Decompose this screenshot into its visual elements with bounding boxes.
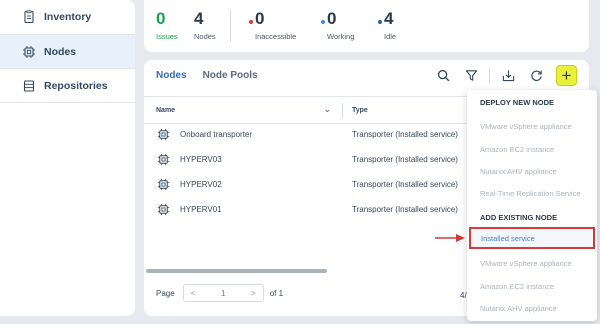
row-name[interactable]: HYPERV01 — [180, 205, 222, 214]
stat-working-label: Working — [327, 32, 355, 41]
stat-idle[interactable]: 4 Idle — [378, 9, 397, 41]
stat-issues-label: Issues — [156, 32, 178, 41]
stat-idle-label: Idle — [384, 32, 397, 41]
stat-working[interactable]: 0 Working — [321, 9, 355, 41]
menu-item-vmware-existing[interactable]: VMware vSphere appliance — [480, 259, 572, 268]
chevron-down-icon[interactable]: ⌄ — [324, 105, 331, 114]
sidebar-item-label: Repositories — [44, 79, 108, 92]
status-dot-navy — [378, 20, 382, 24]
stat-inaccessible[interactable]: 0 Inaccessible — [249, 9, 297, 41]
pagination: Page < 1 > of 1 — [156, 284, 283, 302]
menu-item-label: Installed service — [481, 234, 535, 243]
stat-idle-value: 4 — [384, 9, 394, 28]
stat-working-value: 0 — [327, 9, 337, 28]
page-count: of 1 — [269, 288, 284, 298]
stat-inaccessible-label: Inaccessible — [255, 32, 297, 41]
sidebar-item-inventory[interactable]: Inventory — [0, 0, 135, 35]
sidebar-item-nodes[interactable]: Nodes — [0, 35, 135, 69]
menu-item-amazon-ec2[interactable]: Amazon EC2 instance — [480, 145, 554, 154]
page-label: Page — [156, 288, 175, 298]
chip-icon — [157, 178, 170, 191]
row-name[interactable]: HYPERV02 — [180, 180, 222, 189]
menu-item-amazon-existing[interactable]: Amazon EC2 instance — [480, 282, 554, 291]
annotation-arrow-icon — [435, 234, 465, 242]
row-type: Transporter (Installed service) — [352, 205, 458, 214]
tab-nodes[interactable]: Nodes — [156, 70, 187, 86]
row-name[interactable]: Onboard transporter — [180, 130, 252, 139]
menu-item-nutanix-appliance[interactable]: Nutanix AHV appliance — [480, 167, 557, 176]
menu-item-installed-service[interactable]: Installed service — [469, 227, 595, 249]
stat-nodes-value: 4 — [194, 9, 204, 28]
chip-icon — [157, 203, 170, 216]
prev-page-button[interactable]: < — [191, 289, 196, 298]
chip-icon — [22, 45, 36, 59]
chip-icon — [157, 128, 170, 141]
column-divider[interactable] — [342, 103, 343, 118]
row-type: Transporter (Installed service) — [352, 130, 458, 139]
sidebar-item-label: Inventory — [44, 11, 92, 23]
search-icon[interactable] — [433, 66, 453, 86]
row-name[interactable]: HYPERV03 — [180, 155, 222, 164]
filter-icon[interactable] — [461, 66, 481, 86]
database-icon — [22, 79, 36, 93]
menu-item-vmware-appliance[interactable]: VMware vSphere appliance — [480, 122, 572, 131]
stat-issues-value: 0 — [156, 9, 166, 28]
sidebar: Inventory Nodes Repositories — [0, 0, 135, 316]
stats-divider — [230, 10, 231, 42]
horizontal-scrollbar[interactable] — [146, 269, 327, 273]
current-page[interactable]: 1 — [221, 289, 225, 298]
inventory-icon — [22, 10, 36, 24]
status-dot-red — [249, 20, 253, 24]
next-page-button[interactable]: > — [251, 289, 256, 298]
stat-inaccessible-value: 0 — [255, 9, 265, 28]
page-input[interactable]: < 1 > — [182, 284, 264, 302]
toolbar: + — [433, 65, 577, 86]
add-node-menu: DEPLOY NEW NODE VMware vSphere appliance… — [467, 90, 597, 321]
add-node-button[interactable]: + — [556, 65, 577, 86]
menu-item-realtime-replication[interactable]: Real-Time Replication Service — [480, 189, 581, 198]
sidebar-item-label: Nodes — [44, 45, 77, 58]
items-count: 4/ — [460, 291, 467, 300]
toolbar-divider — [489, 67, 490, 84]
tab-bar: Nodes Node Pools — [156, 70, 258, 86]
stat-nodes-label: Nodes — [194, 32, 216, 41]
download-icon[interactable] — [498, 66, 518, 86]
row-type: Transporter (Installed service) — [352, 155, 458, 164]
refresh-icon[interactable] — [526, 66, 546, 86]
column-header-type[interactable]: Type — [352, 107, 368, 114]
menu-header-add-existing: ADD EXISTING NODE — [480, 213, 558, 222]
sidebar-item-repositories[interactable]: Repositories — [0, 69, 135, 103]
stats-bar: 0 Issues 4 Nodes 0 Inaccessible 0 Workin… — [144, 0, 589, 52]
tab-node-pools[interactable]: Node Pools — [203, 70, 258, 86]
stat-nodes[interactable]: 4 Nodes — [194, 9, 216, 41]
menu-header-deploy: DEPLOY NEW NODE — [480, 98, 555, 107]
column-header-name[interactable]: Name — [156, 107, 175, 114]
menu-item-nutanix-existing[interactable]: Nutanix AHV appliance — [480, 304, 557, 313]
status-dot-blue — [321, 20, 325, 24]
stat-issues[interactable]: 0 Issues — [156, 9, 178, 41]
chip-icon — [157, 153, 170, 166]
row-type: Transporter (Installed service) — [352, 180, 458, 189]
